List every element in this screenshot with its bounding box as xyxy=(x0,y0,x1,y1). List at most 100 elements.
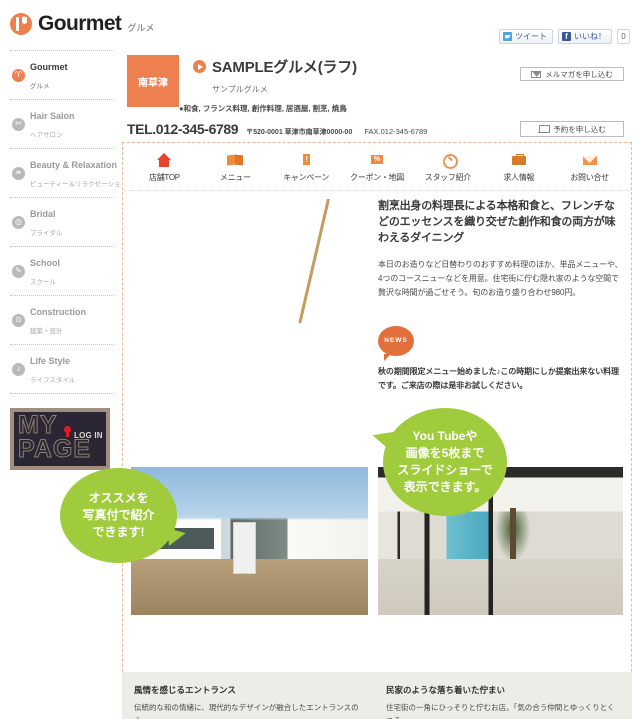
tab-label: 店舗TOP xyxy=(149,173,180,182)
right-column: 割烹出身の料理長による本格和食と、フレンチなどのエッセンスを織り交ぜた創作和食の… xyxy=(374,199,631,437)
newsletter-signup-label: メルマガを申し込む xyxy=(545,69,613,79)
sidebar-item-label-ja: スクール xyxy=(30,279,56,286)
category-nav: ♈ Gourmet グルメ ✄ Hair Salon ヘアサロン ❧ Beaut… xyxy=(10,50,127,394)
sidebar-item-label-en: Construction xyxy=(30,307,86,317)
tab-label: クーポン・地図 xyxy=(350,173,404,182)
mail-envelope-icon xyxy=(581,153,599,168)
news-section: NEWS 秋の期間限定メニュー始めました♪この時期にしか提案出来ない料理です。ご… xyxy=(378,325,623,393)
shop-header: 南草津 SAMPLEグルメ(ラフ) サンプルグルメ ●和食, フランス料理, 創… xyxy=(127,55,632,137)
compass-icon: ⊙ xyxy=(12,313,25,327)
sidebar-item-gourmet[interactable]: ♈ Gourmet グルメ xyxy=(10,51,114,100)
ring-icon: ◎ xyxy=(12,215,25,229)
sidebar-item-label-en: Bridal xyxy=(30,209,56,219)
sidebar-item-school[interactable]: ✎ School スクール xyxy=(10,247,114,296)
sidebar-item-bridal[interactable]: ◎ Bridal ブライダル xyxy=(10,198,114,247)
site-logo-text: Gourmet xyxy=(38,12,122,35)
tab-campaign[interactable]: キャンペーン xyxy=(271,153,342,190)
caption-card-2: 民家のような落ち着いた佇まい 住宅街の一角にひっそりと佇むお店。「気の合う仲間と… xyxy=(374,672,632,719)
shop-title-row: SAMPLEグルメ(ラフ) xyxy=(193,56,357,77)
tab-label: キャンペーン xyxy=(283,173,330,182)
caption-title: 民家のような落ち着いた佇まい xyxy=(386,685,506,695)
reservation-button[interactable]: 予約を申し込む xyxy=(520,121,624,137)
leaf-icon: ❧ xyxy=(12,166,25,180)
caption-card-1: 風情を感じるエントランス 伝統的な和の情緒に、現代的なデザインが融合したエントラ… xyxy=(122,672,374,719)
shop-telephone: TEL.012-345-6789 xyxy=(127,121,239,137)
mypage-login-banner[interactable]: MY PAGE LOG IN xyxy=(10,408,110,470)
pencil-icon: ✎ xyxy=(12,264,25,278)
sidebar-item-label-en: Gourmet xyxy=(30,62,68,72)
sidebar-item-hair-salon[interactable]: ✄ Hair Salon ヘアサロン xyxy=(10,100,114,149)
newsletter-signup-button[interactable]: メルマガを申し込む xyxy=(520,67,624,81)
shop-categories: ●和食, フランス料理, 創作料理, 居酒屋, 割烹, 焼鳥 xyxy=(179,104,347,113)
like-button-label: いいね！ xyxy=(574,31,606,41)
tab-label: 求人情報 xyxy=(503,173,535,182)
shop-address: 〒520-0001 草津市南草津0000-00 xyxy=(246,129,353,136)
sidebar-item-label-ja: ブライダル xyxy=(30,230,63,237)
sidebar-item-label-en: Hair Salon xyxy=(30,111,75,121)
sidebar-item-label-ja: 建築・設計 xyxy=(30,328,63,335)
sidebar-item-beauty-relaxation[interactable]: ❧ Beauty & Relaxation ビューティー＆リラクゼーション xyxy=(10,149,127,198)
menu-book-icon xyxy=(226,153,244,168)
mypage-line2: PAGE xyxy=(18,435,91,463)
bubble-line: 表示できます。 xyxy=(403,480,487,495)
sidebar: ♈ Gourmet グルメ ✄ Hair Salon ヘアサロン ❧ Beaut… xyxy=(10,50,127,470)
tab-menu[interactable]: メニュー xyxy=(200,153,271,190)
facebook-f-icon: f xyxy=(562,32,571,41)
caption-title: 風情を感じるエントランス xyxy=(134,685,236,695)
sidebar-item-label-en: School xyxy=(30,258,61,268)
sidebar-item-label-ja: ビューティー＆リラクゼーション xyxy=(30,181,127,188)
briefcase-icon xyxy=(510,153,528,168)
caption-body: 住宅街の一角にひっそりと佇むお店。「気の合う仲間とゆっくりとくつろ xyxy=(386,703,615,719)
tab-jobs[interactable]: 求人情報 xyxy=(483,153,554,190)
page-title: SAMPLEグルメ(ラフ) xyxy=(212,59,357,76)
sidebar-item-life-style[interactable]: ♪ Life Style ライフスタイル xyxy=(10,345,114,394)
tab-staff[interactable]: スタッフ紹介 xyxy=(412,153,483,190)
staff-person-icon xyxy=(439,153,458,169)
tweet-button[interactable]: ツイート xyxy=(499,29,553,44)
bubble-line: スライドショーで xyxy=(397,463,493,477)
home-icon xyxy=(155,153,173,168)
tab-label: メニュー xyxy=(219,173,251,182)
monitor-icon xyxy=(538,125,551,133)
campaign-banner-icon xyxy=(297,153,315,168)
photo-cards xyxy=(123,437,631,615)
shop-contact-row: TEL.012-345-6789 〒520-0001 草津市南草津0000-00… xyxy=(127,121,427,137)
main-columns: 割烹出身の料理長による本格和食と、フレンチなどのエッセンスを織り交ぜた創作和食の… xyxy=(123,191,631,437)
sidebar-item-label-ja: ライフスタイル xyxy=(30,377,76,384)
bubble-line: You Tubeや xyxy=(412,428,478,443)
sidebar-item-construction[interactable]: ⊙ Construction 建築・設計 xyxy=(10,296,114,345)
sidebar-item-label-en: Beauty & Relaxation xyxy=(30,160,118,170)
tab-contact[interactable]: お問い合せ xyxy=(554,153,625,190)
facebook-like-button[interactable]: f いいね！ xyxy=(558,29,612,44)
sidebar-item-label-en: Life Style xyxy=(30,356,71,366)
play-circle-icon[interactable] xyxy=(193,60,206,73)
scissors-icon: ✄ xyxy=(12,117,25,131)
bubble-line: オススメを xyxy=(88,490,149,505)
bubble-line: 写真付で紹介 xyxy=(82,507,155,522)
percent-coupon-icon xyxy=(368,153,386,168)
callout-bubble-slideshow: You Tubeや 画像を5枚まで スライドショーで 表示できます。 xyxy=(383,408,507,516)
shop-tab-nav: 店舗TOP メニュー キャンペーン クーポン・地図 スタッフ紹介 求人情報 xyxy=(123,143,631,191)
shop-fax: FAX.012-345-6789 xyxy=(364,127,428,136)
sidebar-item-label-ja: グルメ xyxy=(30,83,50,90)
shop-description: 本日のお造りなど日替わりのおすすめ料理のほか、単品メニューや、4つのコースニュー… xyxy=(378,259,623,297)
tweet-button-label: ツイート xyxy=(515,31,547,41)
main-food-photo[interactable] xyxy=(131,199,368,437)
like-count-badge: 0 xyxy=(617,29,630,44)
mypage-login-label: LOG IN xyxy=(74,431,103,440)
tab-shop-top[interactable]: 店舗TOP xyxy=(129,153,200,190)
site-logo-subtitle: グルメ xyxy=(127,22,155,33)
shop-lede-heading: 割烹出身の料理長による本格和食と、フレンチなどのエッセンスを織り交ぜた創作和食の… xyxy=(378,200,616,244)
callout-bubble-photos: オススメを 写真付で紹介 できます! xyxy=(60,468,177,563)
caption-body: 伝統的な和の情緒に、現代的なデザインが融合したエントランスの小 xyxy=(134,703,359,719)
news-text: 秋の期間限定メニュー始めました♪この時期にしか提案出来ない料理です。ご来店の際は… xyxy=(378,366,619,390)
sidebar-item-label-ja: ヘアサロン xyxy=(30,132,63,139)
tab-label: スタッフ紹介 xyxy=(424,173,472,182)
shop-subtitle: サンプルグルメ xyxy=(212,85,268,94)
fork-spoon-icon xyxy=(10,12,32,35)
social-buttons: ツイート f いいね！ 0 xyxy=(499,29,630,44)
bubble-line: 画像を5枚まで xyxy=(405,445,485,460)
envelope-icon xyxy=(531,70,542,78)
area-badge: 南草津 xyxy=(127,55,179,107)
tab-coupon-map[interactable]: クーポン・地図 xyxy=(342,153,413,190)
